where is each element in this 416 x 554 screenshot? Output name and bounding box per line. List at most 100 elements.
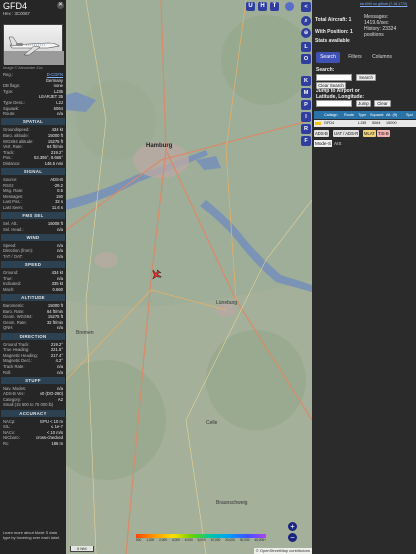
section-header-accuracy[interactable]: ACCURACY (1, 409, 65, 417)
detail-key: ADS-B Ver.: (3, 391, 26, 397)
toggle-units-button[interactable]: U (246, 2, 255, 11)
detail-key: Magnetic Heading: (3, 352, 38, 358)
toggle-t-button[interactable]: T (270, 2, 279, 11)
detail-key: NACp: (3, 418, 16, 424)
detail-key: Barometric: (3, 303, 25, 308)
detail-value: 146.5 nmi (44, 160, 63, 166)
detail-key: Small (15 500 to 75 000 lb) (3, 402, 54, 408)
legend-tick: 30,000 (239, 538, 250, 542)
legend-tick: 500 (136, 538, 142, 542)
detail-value[interactable]: D-CGFN (47, 72, 63, 77)
aircraft-photo[interactable] (3, 24, 64, 65)
toggle-k-button[interactable]: K (301, 76, 311, 86)
detail-value: 0.660 (52, 286, 63, 292)
sidebar: tar1090 on github (7.18.1770) Total Airc… (312, 0, 416, 554)
column-header[interactable]: Alt. (ft) (386, 111, 397, 119)
detail-value: n/a (57, 325, 63, 331)
collapse-sidebar-button[interactable]: < (301, 2, 311, 12)
section-header-wind[interactable]: WIND (1, 233, 65, 241)
detail-value: 0.5 (57, 188, 63, 194)
detail-key: Geom. Rate: (3, 319, 27, 325)
aircraft-hex: Hex : 3C0067 (3, 11, 30, 16)
detail-row: TAT / OAT: n/a (3, 254, 63, 260)
badge-ais[interactable]: AIS (334, 140, 341, 147)
column-header[interactable]: Route (344, 111, 354, 119)
tar1090-app: GFD4 ✕ Hex : 3C0067 Image © Alexander Zo… (0, 0, 416, 554)
section-header-speed[interactable]: SPEED (1, 261, 65, 269)
section-header-signal[interactable]: SIGNAL (1, 168, 65, 175)
jump-input[interactable] (316, 100, 352, 107)
table-row[interactable]: GFD4 LJ35 5064 15000 (314, 120, 416, 127)
badge-mlat[interactable]: MLAT (363, 130, 376, 137)
detail-row: Sel. Head.: n/a (3, 227, 63, 233)
version-link[interactable]: tar1090 on github (7.18.1770) (360, 2, 407, 6)
detail-value: 219.2° (50, 341, 63, 347)
row-callsign: GFD4 (324, 121, 335, 125)
badge-adsb[interactable]: ADS-B (314, 130, 329, 137)
toggle-m-button[interactable]: M (301, 88, 311, 98)
detail-value: 15275 ft (47, 314, 63, 320)
detail-value: A2 (57, 396, 63, 402)
tab-filters[interactable]: Filters (344, 52, 366, 63)
detail-key: Pos.: (3, 155, 13, 161)
legend-tick: 1,000 (146, 538, 155, 542)
map-attribution[interactable]: © OpenStreetMap contributors (253, 548, 312, 554)
toggle-i-button[interactable]: I (301, 112, 311, 122)
detail-key: Magnetic Decl.: (3, 358, 32, 364)
detail-row: Small (15 500 to 75 000 lb) (3, 402, 63, 408)
badge-tisb[interactable]: TIS-B (377, 130, 390, 137)
search-input[interactable] (316, 74, 352, 81)
close-icon[interactable]: ✕ (57, 2, 64, 9)
detail-key: Reg.: (3, 72, 14, 77)
jump-button[interactable]: Jump (356, 100, 371, 107)
search-icon[interactable]: ⌕ (301, 16, 311, 26)
layers-icon[interactable] (285, 2, 294, 11)
detail-key: DB flags: (3, 83, 20, 89)
detail-key: Baro. altitude: (3, 132, 29, 138)
detail-key: True: (3, 275, 13, 281)
tab-search[interactable]: Search (316, 52, 340, 63)
section-header-stuff[interactable]: STUFF (1, 376, 65, 384)
detail-value: 5064 (53, 105, 63, 111)
clear-jump-button[interactable]: Clear (374, 100, 391, 107)
column-header[interactable]: Spd (406, 111, 413, 119)
section-header-spatial[interactable]: SPATIAL (1, 118, 65, 126)
detail-key: Last Seen: (3, 205, 24, 210)
detail-key: Msg. Rate: (3, 188, 24, 194)
map-canvas[interactable] (66, 0, 312, 554)
toggle-f-button[interactable]: F (301, 136, 311, 146)
target-icon[interactable]: ⊕ (301, 28, 311, 38)
detail-key: Sel. Alt.: (3, 221, 19, 227)
zoom-in-button[interactable]: + (288, 522, 297, 531)
zoom-out-button[interactable]: − (288, 533, 297, 542)
detail-value: ADS-B (50, 177, 63, 182)
section-header-altitude[interactable]: ALTITUDE (1, 294, 65, 301)
badge-mode-s[interactable]: Mode-S (314, 140, 333, 147)
detail-value: 32 ft/min (46, 319, 63, 325)
toggle-l-button[interactable]: L (301, 42, 311, 52)
detail-value: n/a (57, 385, 63, 391)
aircraft-info-panel: GFD4 ✕ Hex : 3C0067 Image © Alexander Zo… (0, 0, 66, 554)
stats-available: Stats available (315, 38, 350, 44)
tab-columns[interactable]: Columns (368, 52, 396, 63)
detail-value: 15000 ft (47, 303, 63, 308)
column-header[interactable]: Squawk (370, 111, 384, 119)
detail-value: n/a (57, 242, 63, 248)
badge-uat[interactable]: UAT / ADS-R (333, 130, 360, 137)
city-label: Bremen (76, 330, 94, 336)
toggle-h-button[interactable]: H (258, 2, 267, 11)
search-button[interactable]: Search (356, 74, 376, 81)
detail-value: n/a (57, 363, 63, 369)
toggle-p-button[interactable]: P (301, 100, 311, 110)
column-header[interactable]: Type (358, 111, 366, 119)
column-header[interactable]: Callsign (324, 111, 338, 119)
detail-key: Direction (from): (3, 248, 34, 254)
section-header-direction[interactable]: DIRECTION (1, 332, 65, 340)
detail-value: n/a (57, 254, 63, 259)
toggle-o-button[interactable]: O (301, 54, 311, 64)
detail-key: NACv: (3, 429, 16, 435)
detail-value: v0 (DO-260) (39, 391, 63, 397)
section-header-fms[interactable]: FMS SEL (1, 212, 65, 220)
map-view[interactable]: Hamburg Lüneburg Bremen Celle Braunschwe… (66, 0, 312, 554)
toggle-r-button[interactable]: R (301, 124, 311, 134)
